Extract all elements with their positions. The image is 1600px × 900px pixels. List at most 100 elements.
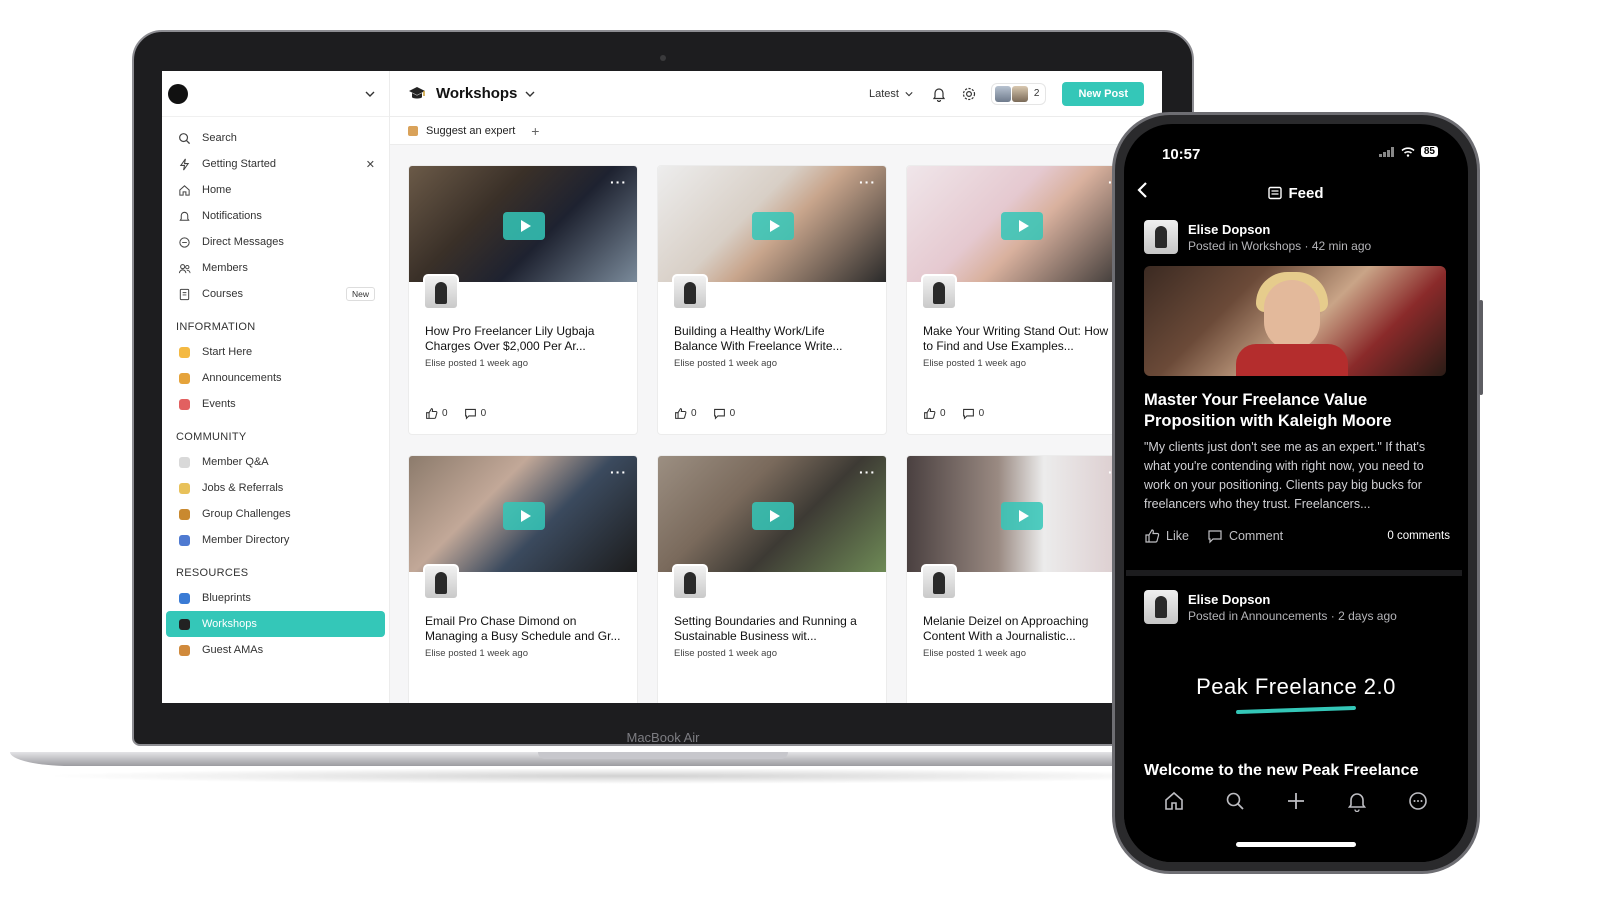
video-thumbnail[interactable]: ··· [658,166,886,282]
card-title[interactable]: How Pro Freelancer Lily Ugbaja Charges O… [425,324,621,354]
battery-icon: 85 [1420,146,1438,157]
video-thumbnail[interactable]: ··· [658,456,886,572]
video-thumbnail[interactable]: ··· [409,456,637,572]
sidebar-item-getting-started[interactable]: Getting Started ✕ [166,151,385,177]
play-icon[interactable] [752,502,794,530]
workshop-card[interactable]: ··· How Pro Freelancer Lily Ugbaja Charge… [408,165,638,435]
sidebar-item-courses[interactable]: Courses New [166,281,385,307]
members-icon [176,260,192,276]
post-title[interactable]: Master Your Freelance Value Proposition … [1144,390,1450,432]
channel-emoji-icon [176,532,192,548]
like-button[interactable]: 0 [923,407,946,420]
workshop-card[interactable]: ··· Building a Healthy Work/Life Balance … [657,165,887,435]
sidebar-item-jobs-referrals[interactable]: Jobs & Referrals [166,475,385,501]
sidebar-item-label: Start Here [202,346,253,358]
plus-icon[interactable]: + [531,123,539,139]
card-title[interactable]: Email Pro Chase Dimond on Managing a Bus… [425,614,621,644]
chat-icon[interactable] [1407,790,1429,812]
author-name[interactable]: Elise Dopson [1188,592,1397,607]
plus-icon[interactable] [1285,790,1307,812]
sidebar-item-label: Courses [202,288,243,300]
comment-button[interactable]: Comment [1207,528,1283,544]
more-options-icon[interactable]: ··· [610,464,627,480]
chevron-down-icon [905,91,913,96]
thumbs-up-icon [426,408,438,419]
avatar[interactable] [1144,220,1178,254]
topbar-actions: Latest 2 New Post [869,81,1144,106]
card-title[interactable]: Building a Healthy Work/Life Balance Wit… [674,324,870,354]
comment-button[interactable]: 0 [713,407,735,420]
sidebar-item-announcements[interactable]: Announcements [166,365,385,391]
workshop-card[interactable]: ··· Make Your Writing Stand Out: How to F… [906,165,1136,435]
comment-icon [464,408,476,420]
thumbs-up-icon [675,408,687,419]
post-title[interactable]: Welcome to the new Peak Freelance [1144,762,1418,780]
sidebar-item-members[interactable]: Members [166,255,385,281]
post-image[interactable] [1144,266,1446,376]
workshop-card[interactable]: ··· Email Pro Chase Dimond on Managing a … [408,455,638,703]
sidebar-item-start-here[interactable]: Start Here [166,339,385,365]
bell-icon[interactable] [931,86,947,102]
status-time: 10:57 [1162,146,1201,163]
sidebar-section-heading: INFORMATION [176,321,256,333]
sidebar-item-member-q-a[interactable]: Member Q&A [166,449,385,475]
play-icon[interactable] [503,502,545,530]
search-icon[interactable] [1224,790,1246,812]
bell-icon[interactable] [1346,790,1368,812]
close-icon[interactable]: ✕ [366,158,375,171]
sidebar-item-guest-amas[interactable]: Guest AMAs [166,637,385,663]
chevron-down-icon[interactable] [525,89,535,99]
sidebar-item-group-challenges[interactable]: Group Challenges [166,501,385,527]
sidebar-item-home[interactable]: Home [166,177,385,203]
suggest-expert-link[interactable]: Suggest an expert [426,125,515,137]
like-button[interactable]: 0 [674,407,697,420]
sidebar-item-notifications[interactable]: Notifications [166,203,385,229]
home-icon[interactable] [1163,790,1185,812]
sidebar-item-label: Workshops [202,618,257,630]
author-name[interactable]: Elise Dopson [1188,222,1371,237]
new-post-button[interactable]: New Post [1062,81,1144,106]
card-title[interactable]: Setting Boundaries and Running a Sustain… [674,614,870,644]
card-title[interactable]: Make Your Writing Stand Out: How to Find… [923,324,1119,354]
play-icon[interactable] [752,212,794,240]
like-button[interactable]: 0 [425,407,448,420]
play-icon[interactable] [503,212,545,240]
card-title[interactable]: Melanie Deizel on Approaching Content Wi… [923,614,1119,644]
community-logo[interactable] [168,83,188,104]
sidebar-item-direct-messages[interactable]: Direct Messages [166,229,385,255]
more-options-icon[interactable]: ··· [859,464,876,480]
sidebar-item-events[interactable]: Events [166,391,385,417]
sidebar-item-workshops[interactable]: Workshops [166,611,385,637]
post-author: Elise Dopson Posted in Announcements · 2… [1144,590,1450,624]
sidebar-item-label: Home [202,184,232,196]
comment-button[interactable]: 0 [464,407,486,420]
feed-post[interactable]: Elise Dopson Posted in Announcements · 2… [1144,590,1450,624]
feed-icon [1268,186,1283,200]
sidebar-item-search[interactable]: Search [166,125,385,151]
chevron-down-icon[interactable] [365,89,375,99]
play-icon[interactable] [1001,502,1043,530]
members-chip[interactable]: 2 [990,82,1047,105]
wifi-icon [1401,146,1415,157]
feed-post[interactable]: Elise Dopson Posted in Workshops · 42 mi… [1144,220,1450,544]
play-icon[interactable] [1001,212,1043,240]
sidebar-item-member-directory[interactable]: Member Directory [166,527,385,553]
more-options-icon[interactable]: ··· [610,174,627,190]
like-button[interactable]: Like [1144,528,1189,544]
avatar[interactable] [1144,590,1178,624]
workshop-card[interactable]: ··· Melanie Deizel on Approaching Content… [906,455,1136,703]
comment-count[interactable]: 0 comments [1387,530,1450,542]
signal-icon [1378,146,1394,157]
sidebar-item-label: Member Directory [202,534,290,546]
image-face-shape [1264,280,1320,350]
comment-button[interactable]: 0 [962,407,984,420]
video-thumbnail[interactable]: ··· [409,166,637,282]
sidebar-item-blueprints[interactable]: Blueprints [166,585,385,611]
more-options-icon[interactable]: ··· [859,174,876,190]
feed-header: Feed [1124,180,1468,206]
gear-icon[interactable] [961,86,977,102]
video-thumbnail[interactable]: ··· [907,456,1135,572]
video-thumbnail[interactable]: ··· [907,166,1135,282]
workshop-card[interactable]: ··· Setting Boundaries and Running a Sust… [657,455,887,703]
sort-dropdown[interactable]: Latest [869,88,913,100]
